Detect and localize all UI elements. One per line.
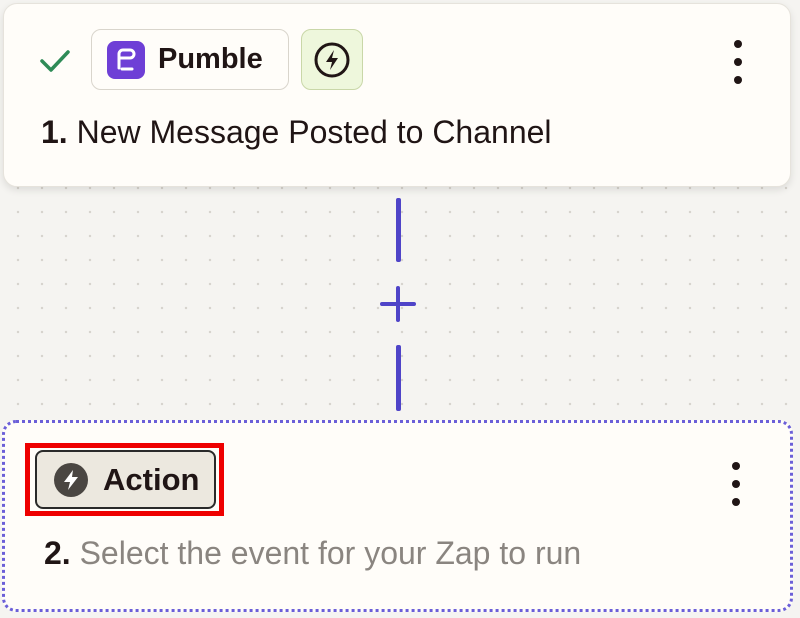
add-step-button[interactable]	[375, 282, 421, 326]
action-chip[interactable]: Action	[35, 450, 216, 509]
bolt-icon	[54, 462, 88, 497]
action-chip-label: Action	[103, 461, 200, 497]
step-1-event: New Message Posted to Channel	[76, 114, 552, 150]
step-1-title: 1. New Message Posted to Channel	[41, 114, 552, 151]
step-2-placeholder: Select the event for your Zap to run	[79, 535, 582, 571]
step-2-more-icon[interactable]	[726, 462, 746, 506]
check-icon	[40, 50, 70, 72]
app-chip[interactable]: Pumble	[91, 29, 289, 90]
pumble-logo-icon	[107, 40, 145, 79]
connector-line-bottom	[396, 345, 401, 411]
app-name: Pumble	[158, 43, 263, 75]
step-2-number: 2.	[44, 535, 71, 571]
step-1-number: 1.	[41, 114, 68, 150]
step-1-more-icon[interactable]	[728, 40, 748, 84]
trigger-type-chip[interactable]	[301, 29, 363, 90]
plus-icon	[380, 286, 416, 322]
step-2-title: 2. Select the event for your Zap to run	[44, 535, 581, 572]
trigger-bolt-icon	[314, 42, 350, 77]
connector-line-top	[396, 198, 401, 262]
